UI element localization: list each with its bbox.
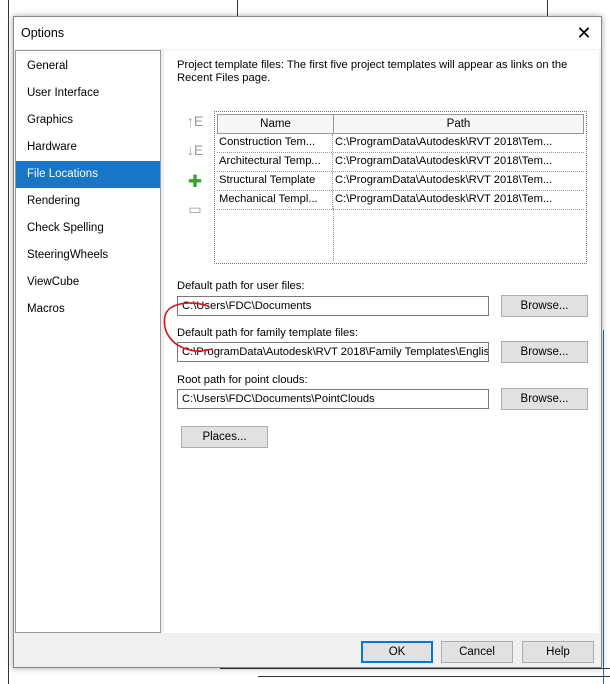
file-locations-panel: Project template files: The first five p… [164, 50, 599, 633]
table-row[interactable]: Architectural Temp... C:\ProgramData\Aut… [217, 153, 584, 172]
move-down-icon[interactable]: ↓E [184, 142, 206, 160]
description-line: Project template files: The first five p… [177, 59, 568, 71]
user-files-label: Default path for user files: [177, 280, 305, 292]
options-dialog: Options ✕ General User Interface Graphic… [13, 16, 602, 668]
dialog-title: Options [21, 26, 65, 40]
template-name: Architectural Temp... [217, 153, 333, 171]
add-icon[interactable]: ✚ [184, 172, 206, 191]
project-templates-description: Project template files: The first five p… [177, 59, 577, 85]
column-divider [333, 206, 334, 261]
sidebar-item-rendering[interactable]: Rendering [16, 188, 160, 215]
sidebar-item-hardware[interactable]: Hardware [16, 134, 160, 161]
family-templates-path-field[interactable]: C:\ProgramData\Autodesk\RVT 2018\Family … [177, 342, 489, 362]
user-files-browse-button[interactable]: Browse... [501, 295, 588, 317]
sidebar-item-macros[interactable]: Macros [16, 296, 160, 323]
project-templates-table: Name Path Construction Tem... C:\Program… [214, 111, 587, 264]
sidebar-item-check-spelling[interactable]: Check Spelling [16, 215, 160, 242]
background-drawing-line [8, 0, 9, 684]
template-path: C:\ProgramData\Autodesk\RVT 2018\Tem... [335, 155, 553, 167]
background-drawing-line [220, 668, 610, 669]
move-up-icon[interactable]: ↑E [184, 113, 206, 131]
help-button[interactable]: Help [522, 641, 594, 663]
sidebar-item-user-interface[interactable]: User Interface [16, 80, 160, 107]
point-clouds-label: Root path for point clouds: [177, 374, 308, 386]
column-header-path[interactable]: Path [334, 115, 583, 133]
sidebar-item-graphics[interactable]: Graphics [16, 107, 160, 134]
remove-icon[interactable]: ▭ [184, 201, 206, 219]
options-sidebar: General User Interface Graphics Hardware… [15, 50, 161, 633]
template-name: Construction Tem... [217, 134, 333, 152]
user-files-path-field[interactable]: C:\Users\FDC\Documents [177, 296, 489, 316]
template-name: Mechanical Templ... [217, 191, 333, 209]
background-drawing-line [258, 676, 610, 677]
background-drawing-line [237, 0, 238, 16]
sidebar-item-general[interactable]: General [16, 53, 160, 80]
point-clouds-browse-button[interactable]: Browse... [501, 388, 588, 410]
table-row[interactable]: Construction Tem... C:\ProgramData\Autod… [217, 134, 584, 153]
column-header-name[interactable]: Name [218, 115, 334, 133]
template-path: C:\ProgramData\Autodesk\RVT 2018\Tem... [335, 193, 553, 205]
sidebar-item-file-locations[interactable]: File Locations [16, 161, 160, 188]
table-header: Name Path [217, 114, 584, 134]
family-templates-label: Default path for family template files: [177, 327, 358, 339]
ok-button[interactable]: OK [361, 641, 433, 663]
close-icon[interactable]: ✕ [567, 17, 601, 49]
background-drawing-line [547, 0, 548, 16]
background-drawing-line [603, 330, 604, 684]
sidebar-item-steeringwheels[interactable]: SteeringWheels [16, 242, 160, 269]
title-bar: Options ✕ [14, 17, 601, 49]
template-path: C:\ProgramData\Autodesk\RVT 2018\Tem... [335, 136, 553, 148]
point-clouds-path-field[interactable]: C:\Users\FDC\Documents\PointClouds [177, 389, 489, 409]
description-line: Recent Files page. [177, 72, 271, 84]
table-row[interactable]: Mechanical Templ... C:\ProgramData\Autod… [217, 191, 584, 210]
table-row[interactable]: Structural Template C:\ProgramData\Autod… [217, 172, 584, 191]
cancel-button[interactable]: Cancel [441, 641, 513, 663]
sidebar-item-viewcube[interactable]: ViewCube [16, 269, 160, 296]
places-button[interactable]: Places... [181, 426, 268, 448]
template-path: C:\ProgramData\Autodesk\RVT 2018\Tem... [335, 174, 553, 186]
template-name: Structural Template [217, 172, 333, 190]
family-templates-browse-button[interactable]: Browse... [501, 341, 588, 363]
